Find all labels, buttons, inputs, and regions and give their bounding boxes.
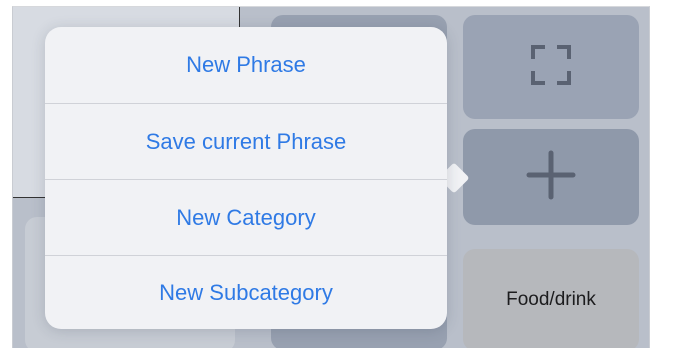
menu-item-new-subcategory[interactable]: New Subcategory: [45, 255, 447, 330]
menu-item-save-current-phrase[interactable]: Save current Phrase: [45, 103, 447, 180]
app-canvas: Food/drink New Phrase Save current Phras…: [12, 6, 650, 348]
plus-icon: [525, 149, 577, 206]
menu-item-new-phrase[interactable]: New Phrase: [45, 27, 447, 103]
fullscreen-icon: [530, 44, 572, 91]
category-food-drink[interactable]: Food/drink: [463, 249, 639, 348]
popover-menu: New Phrase Save current Phrase New Categ…: [45, 27, 447, 329]
add-button[interactable]: [463, 129, 639, 225]
fullscreen-button[interactable]: [463, 15, 639, 119]
menu-item-new-category[interactable]: New Category: [45, 179, 447, 256]
category-label: Food/drink: [506, 289, 596, 310]
